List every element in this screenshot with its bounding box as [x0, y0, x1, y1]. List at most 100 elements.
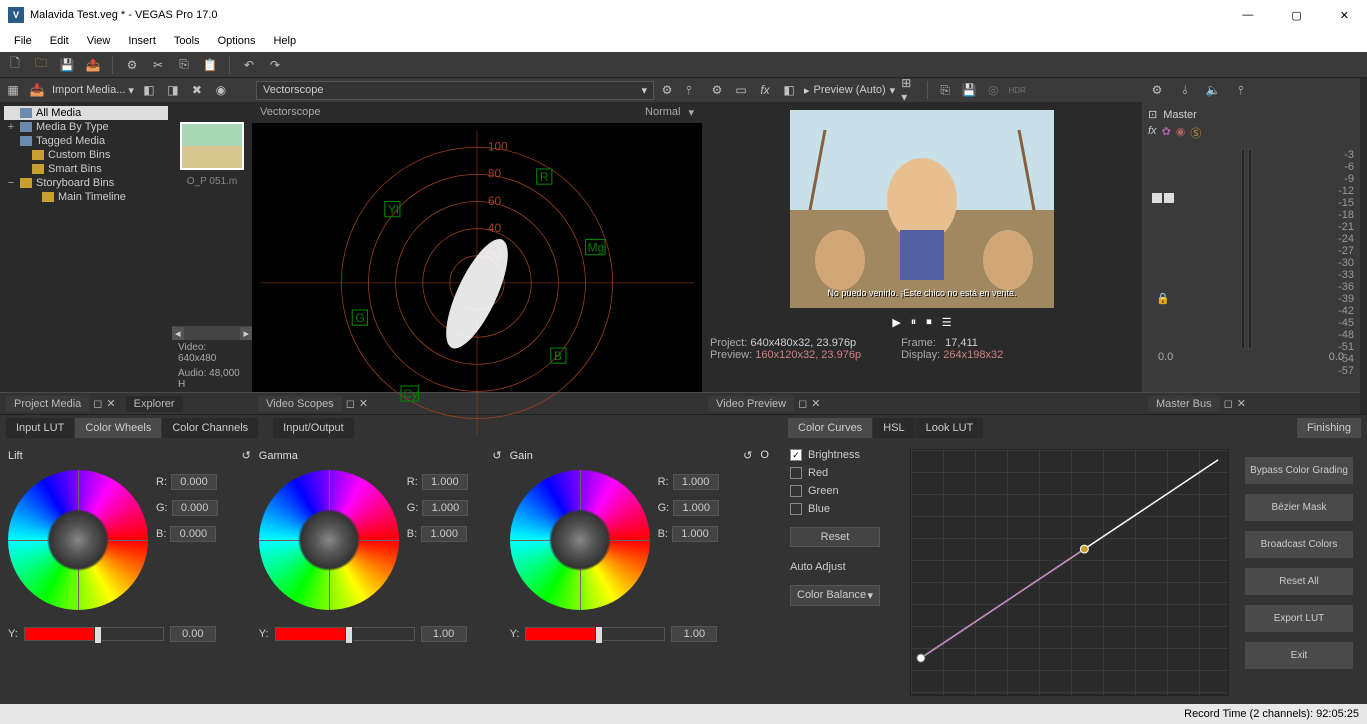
panel-undock-icon[interactable]: ◻ [1224, 397, 1233, 410]
preview-external-icon[interactable]: ▭ [732, 81, 750, 99]
input-b[interactable] [170, 526, 216, 542]
input-g[interactable] [673, 500, 719, 516]
color-balance-select[interactable]: Color Balance▾ [790, 585, 880, 606]
y-slider[interactable] [275, 627, 415, 641]
chk-green[interactable]: Green [790, 485, 900, 497]
master-mute-icon[interactable]: 🔈 [1204, 81, 1222, 99]
reset-wheel-icon[interactable]: ↺ [242, 449, 251, 462]
chk-red[interactable]: Red [790, 467, 900, 479]
color-wheel-lift[interactable] [8, 470, 148, 610]
chk-blue[interactable]: Blue [790, 503, 900, 515]
tree-main-timeline[interactable]: Main Timeline [4, 190, 168, 204]
input-b[interactable] [672, 526, 718, 542]
menu-insert[interactable]: Insert [120, 33, 164, 49]
preview-split-icon[interactable]: ◧ [780, 81, 798, 99]
minimize-button[interactable]: — [1232, 5, 1263, 26]
hscroll-right[interactable]: ▸ [240, 327, 252, 340]
input-y[interactable] [170, 626, 216, 642]
tree-smart-bins[interactable]: Smart Bins [4, 162, 168, 176]
input-g[interactable] [422, 500, 468, 516]
input-g[interactable] [172, 500, 218, 516]
render-icon[interactable]: 📤 [84, 56, 102, 74]
media-thumbnail[interactable] [180, 122, 244, 170]
finish-btn-b-zier-mask[interactable]: Bézier Mask [1245, 494, 1353, 521]
media-tree[interactable]: All Media +Media By Type Tagged Media Cu… [0, 102, 172, 392]
meter-l-icon[interactable] [1152, 193, 1162, 203]
finish-btn-broadcast-colors[interactable]: Broadcast Colors [1245, 531, 1353, 558]
scope-settings-icon[interactable]: ⚙ [658, 81, 676, 99]
master-solo-icon[interactable]: Ⓢ [1190, 125, 1201, 141]
panel-undock-icon[interactable]: ◻ [93, 397, 102, 410]
tree-media-by-type[interactable]: +Media By Type [4, 120, 168, 134]
master-mixer-icon[interactable]: ⫯ [1232, 81, 1250, 99]
curve-editor[interactable] [910, 449, 1229, 696]
tab-hsl[interactable]: HSL [873, 418, 914, 438]
color-wheel-gain[interactable] [510, 470, 650, 610]
tab-color-wheels[interactable]: Color Wheels [75, 418, 161, 438]
play-icon[interactable]: ▶ [892, 316, 900, 329]
input-r[interactable] [422, 474, 468, 490]
media-disc-icon[interactable]: ◉ [212, 81, 230, 99]
tab-color-channels[interactable]: Color Channels [162, 418, 258, 438]
undo-icon[interactable]: ↶ [240, 56, 258, 74]
tab-input-lut[interactable]: Input LUT [6, 418, 74, 438]
curves-reset-button[interactable]: Reset [790, 527, 880, 547]
tab-master-bus[interactable]: Master Bus [1148, 396, 1220, 412]
master-props-icon[interactable]: ⚙ [1148, 81, 1166, 99]
media-view-icon[interactable]: ▦ [4, 81, 22, 99]
preview-save-icon[interactable]: 💾 [960, 81, 978, 99]
input-r[interactable] [673, 474, 719, 490]
properties-icon[interactable]: ⚙ [123, 56, 141, 74]
tree-tagged-media[interactable]: Tagged Media [4, 134, 168, 148]
menu-view[interactable]: View [79, 33, 119, 49]
tree-all-media[interactable]: All Media [4, 106, 168, 120]
media-capture-icon[interactable]: ◧ [140, 81, 158, 99]
tab-color-curves[interactable]: Color Curves [788, 418, 872, 438]
import-media-button[interactable]: Import Media... ▾ [52, 84, 134, 97]
input-r[interactable] [171, 474, 217, 490]
playlist-icon[interactable]: ☰ [942, 316, 952, 329]
scope-config-icon[interactable]: ⫯ [680, 81, 698, 99]
menu-help[interactable]: Help [265, 33, 304, 49]
redo-icon[interactable]: ↷ [266, 56, 284, 74]
master-insert-icon[interactable]: ⫰ [1176, 81, 1194, 99]
hscroll-left[interactable]: ◂ [172, 327, 184, 340]
color-wheel-gamma[interactable] [259, 470, 399, 610]
scope-mode-select[interactable]: Normal▾ [645, 106, 694, 119]
cut-icon[interactable]: ✂ [149, 56, 167, 74]
panel-close-icon[interactable]: ✕ [1237, 397, 1246, 410]
reset-wheel-icon[interactable]: ↺ [492, 449, 501, 462]
finish-btn-bypass-color-grading[interactable]: Bypass Color Grading [1245, 457, 1353, 484]
tree-storyboard-bins[interactable]: −Storyboard Bins [4, 176, 168, 190]
finish-btn-export-lut[interactable]: Export LUT [1245, 605, 1353, 632]
reset-wheel-icon[interactable]: ↺ [743, 449, 752, 462]
y-slider[interactable] [24, 627, 164, 641]
menu-file[interactable]: File [6, 33, 40, 49]
master-auto-icon[interactable]: ◉ [1176, 125, 1186, 141]
chk-brightness[interactable]: ✓Brightness [790, 449, 900, 461]
preview-grid-icon[interactable]: ⊞ ▾ [901, 81, 919, 99]
input-y[interactable] [671, 626, 717, 642]
open-icon[interactable]: 🗀 [32, 56, 50, 74]
preview-wheel-icon[interactable]: ◎ [984, 81, 1002, 99]
master-gear-icon[interactable]: ✿ [1162, 125, 1171, 141]
copy-icon[interactable]: ⎘ [175, 56, 193, 74]
media-remove-icon[interactable]: ✖ [188, 81, 206, 99]
close-button[interactable]: ✕ [1330, 5, 1359, 26]
maximize-button[interactable]: ▢ [1281, 5, 1311, 26]
preview-quality-select[interactable]: ▸ Preview (Auto) ▾ [804, 84, 895, 97]
new-icon[interactable]: 🗋 [6, 56, 24, 74]
preview-copy-icon[interactable]: ⎘ [936, 81, 954, 99]
menu-tools[interactable]: Tools [166, 33, 208, 49]
preview-props-icon[interactable]: ⚙ [708, 81, 726, 99]
master-expand-icon[interactable]: ⊡ [1148, 108, 1157, 121]
tab-explorer[interactable]: Explorer [126, 396, 183, 412]
finish-btn-exit[interactable]: Exit [1245, 642, 1353, 669]
preview-fx-icon[interactable]: fx [756, 81, 774, 99]
finish-btn-reset-all[interactable]: Reset All [1245, 568, 1353, 595]
lock-icon[interactable]: 🔒 [1156, 292, 1170, 305]
media-import-icon[interactable]: 📥 [28, 81, 46, 99]
menu-edit[interactable]: Edit [42, 33, 77, 49]
y-slider[interactable] [525, 627, 665, 641]
tab-video-preview[interactable]: Video Preview [708, 396, 794, 412]
